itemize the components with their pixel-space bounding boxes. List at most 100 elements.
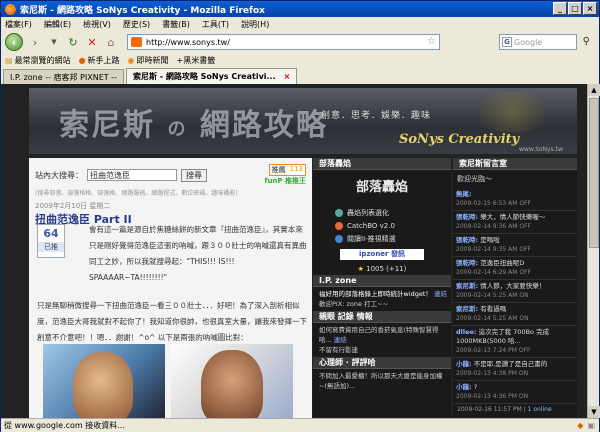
- message-item: 無尾: 2009-02-15 6:53 AM OFF: [453, 188, 577, 211]
- message-item: 張乾時: 是嗎啦 2009-02-14 9:35 AM OFF: [453, 234, 577, 257]
- funp-logo[interactable]: funP 推推王: [264, 176, 306, 186]
- globe-icon: [335, 209, 343, 217]
- navigation-toolbar: ‹ › ▼ ↻ ✕ ⌂ http://www.sonys.tw/ ☆ G Goo…: [1, 31, 599, 53]
- back-arrow-icon[interactable]: ‹: [5, 33, 23, 51]
- tab-sonys[interactable]: 索尼斯 - 網路攻略 SoNys Creativi... ×: [125, 68, 298, 84]
- rss-icon: ◉: [127, 55, 135, 65]
- bookmark-live-news[interactable]: ◉ 即時新聞: [128, 55, 169, 66]
- post-images: [43, 344, 293, 418]
- guestbook-welcome: 歡迎光臨～: [457, 175, 492, 183]
- photo-fan-yi-chen[interactable]: [43, 344, 165, 418]
- online-count[interactable]: 1 online: [528, 406, 552, 413]
- bookmark-star-icon[interactable]: ☆: [427, 36, 436, 47]
- addon-icon[interactable]: ◆: [577, 421, 583, 430]
- message-item: 小龍: ? 2009-02-13 4:36 PM ON: [453, 381, 577, 404]
- banner-title-shadow: 索尼斯 の 網路攻略: [59, 108, 328, 143]
- burst-item-1[interactable]: 轟焰列表選化: [313, 206, 451, 220]
- message-item: 張乾時: 樂大，情人節快樂喔～ 2009-02-14 9:36 AM OFF: [453, 211, 577, 234]
- psych-news: 不問加入最愛櫃！所以那天大廈是能身加權~(無語加)...: [319, 372, 443, 390]
- google-engine-icon[interactable]: G: [502, 37, 512, 47]
- status-icons: ◆ ▣: [577, 421, 595, 430]
- blog-burst-logo[interactable]: 部落轟焰: [327, 176, 437, 206]
- site-search-input[interactable]: 扭曲范逸臣: [87, 169, 177, 181]
- section-ipzone: I.P. zone: [313, 275, 451, 287]
- firefox-small-icon: ●: [78, 55, 86, 65]
- menu-tools[interactable]: 工具(T): [202, 19, 229, 30]
- forward-arrow-icon[interactable]: ›: [28, 35, 42, 49]
- search-icon[interactable]: ⚲: [583, 36, 590, 47]
- recommend-widget: 推薦 113 funP 推推王: [264, 164, 306, 186]
- section-psych: 心理師 · 評評哈: [313, 357, 451, 369]
- ipzoner-badge[interactable]: ipzoner 發訊: [340, 249, 424, 260]
- bookmark-blackrice[interactable]: +黑米書籤: [177, 55, 216, 66]
- search-input[interactable]: G Google ⚲: [499, 34, 590, 50]
- close-tab-icon[interactable]: ×: [284, 72, 291, 81]
- firefox-icon: [5, 3, 16, 15]
- recommend-button[interactable]: 推薦 113: [268, 164, 306, 176]
- read-icon: [335, 235, 343, 243]
- home-icon[interactable]: ⌂: [104, 35, 118, 49]
- guestbook-footer: 2009-02-16 11:57 PM | 1 online: [457, 406, 552, 413]
- security-icon: ▣: [587, 421, 595, 430]
- tab-bar: I.P. zone -- 痞客邦 PIXNET -- 索尼斯 - 網路攻略 So…: [1, 68, 599, 84]
- address-bar[interactable]: http://www.sonys.tw/ ☆: [127, 34, 440, 50]
- status-bar: 從 www.google.com 接收資料... ◆ ▣: [1, 418, 599, 432]
- vertical-scrollbar[interactable]: ▲ ▼: [587, 84, 600, 418]
- web-page: 索尼斯 の 網路攻略 創意．思考．娛樂．趣味 SoNys Creativity …: [1, 84, 587, 418]
- record-news: 如何寫費資用自己的香菸氣息(特殊智慧得哈... 連結 不留有行影速: [319, 326, 439, 354]
- address-url: http://www.sonys.tw/: [146, 37, 230, 47]
- scroll-down-icon[interactable]: ▼: [588, 406, 600, 418]
- menu-bookmarks[interactable]: 書籤(B): [162, 19, 190, 30]
- burst-stat: ★ 1005 (+11): [357, 265, 407, 273]
- status-text: 從 www.google.com 接收資料...: [4, 421, 125, 430]
- menu-view[interactable]: 檢視(V): [83, 19, 111, 30]
- burst-item-3[interactable]: 閱讀II-推視精選: [313, 232, 451, 246]
- ipzone-news: 福好用的部落格錄上即時統計widget！ 連結 歡迎PIX: zone 打工~~: [319, 290, 447, 308]
- menu-edit[interactable]: 編輯(E): [44, 19, 71, 30]
- bookmark-most-visited[interactable]: ▤ 最常瀏覽的網站: [5, 55, 71, 66]
- site-search-button[interactable]: 搜尋: [181, 168, 207, 182]
- search-hint: (搜尋部落、部落格格、部落格、網路服務、網路程式、數位密碼、趣味攝影): [35, 190, 238, 197]
- menu-file[interactable]: 檔案(F): [5, 19, 32, 30]
- window-controls: _ □ ×: [553, 2, 597, 15]
- message-item: dllee: 這次完了我 700Bo 完成 1000MKB(5000 哈... 2…: [453, 326, 577, 358]
- message-item: 小龍: 不是耶,是讚了是自己書的 2009-02-13 4:38 PM ON: [453, 358, 577, 381]
- minimize-button[interactable]: _: [553, 2, 567, 15]
- site-search-label: 站內大搜尋：: [35, 170, 83, 180]
- tab-ipzone[interactable]: I.P. zone -- 痞客邦 PIXNET --: [3, 69, 124, 84]
- menu-history[interactable]: 歷史(S): [123, 19, 150, 30]
- scroll-thumb[interactable]: [589, 98, 599, 248]
- maximize-button[interactable]: □: [568, 2, 582, 15]
- vote-widget[interactable]: 64 已推: [37, 224, 65, 258]
- post-date: 2009年2月10日 星期二: [35, 202, 111, 210]
- scroll-up-icon[interactable]: ▲: [588, 84, 600, 96]
- photo-300-spartans[interactable]: [171, 344, 293, 418]
- recommend-count: 113: [287, 165, 305, 175]
- section-blog-burst: 部落轟焰: [313, 158, 451, 170]
- window-title: 索尼斯 - 網路攻略 SoNys Creativity - Mozilla Fi…: [20, 5, 265, 16]
- menu-bar: 檔案(F) 編輯(E) 檢視(V) 歷史(S) 書籤(B) 工具(T) 說明(H…: [1, 17, 599, 31]
- banner-site: www.SoNys.tw: [519, 146, 563, 153]
- banner-decoration: [467, 92, 557, 132]
- menu-help[interactable]: 說明(H): [241, 19, 269, 30]
- record-link[interactable]: 連結: [334, 336, 347, 344]
- close-button[interactable]: ×: [583, 2, 597, 15]
- reload-icon[interactable]: ↻: [66, 35, 80, 49]
- section-record: 親眼 記錄 情報: [313, 311, 451, 323]
- bookmarks-toolbar: ▤ 最常瀏覽的網站 ● 新手上路 ◉ 即時新聞 +黑米書籤: [1, 53, 599, 67]
- bookmark-getting-started[interactable]: ● 新手上路: [79, 55, 120, 66]
- history-dropdown-icon[interactable]: ▼: [47, 35, 61, 49]
- stop-icon[interactable]: ✕: [85, 35, 99, 49]
- site-banner[interactable]: 索尼斯 の 網路攻略 創意．思考．娛樂．趣味 SoNys Creativity …: [29, 88, 577, 154]
- search-placeholder: Google: [514, 37, 543, 47]
- ipzone-link[interactable]: 連結: [434, 290, 447, 298]
- section-guestbook: 索尼斯留言室: [453, 158, 577, 170]
- main-content: 站內大搜尋： 扭曲范逸臣 搜尋 推薦 113 funP 推推王 (搜尋部落、部落…: [29, 158, 312, 418]
- guestbook-sidebar: 索尼斯留言室 歡迎光臨～ 無尾: 2009-02-15 6:53 AM OFF …: [453, 158, 577, 418]
- message-item: 索尼斯: 情人節，大家要快樂！ 2009-02-14 5:25 AM ON: [453, 280, 577, 303]
- vote-label[interactable]: 已推: [38, 242, 64, 252]
- post-paragraph-1: 會有這一篇是源自於焦糖絲餅的新文章『扭曲范逸臣』，其實本來只是剛好覺得范逸臣這張…: [89, 225, 307, 282]
- burst-item-2[interactable]: CatchBO v2.0: [313, 220, 451, 232]
- banner-slogan: 創意．思考．娛樂．趣味: [321, 111, 432, 121]
- message-item: 張乾時: 范逸臣扭曲呢D 2009-02-14 6:29 AM OFF: [453, 257, 577, 280]
